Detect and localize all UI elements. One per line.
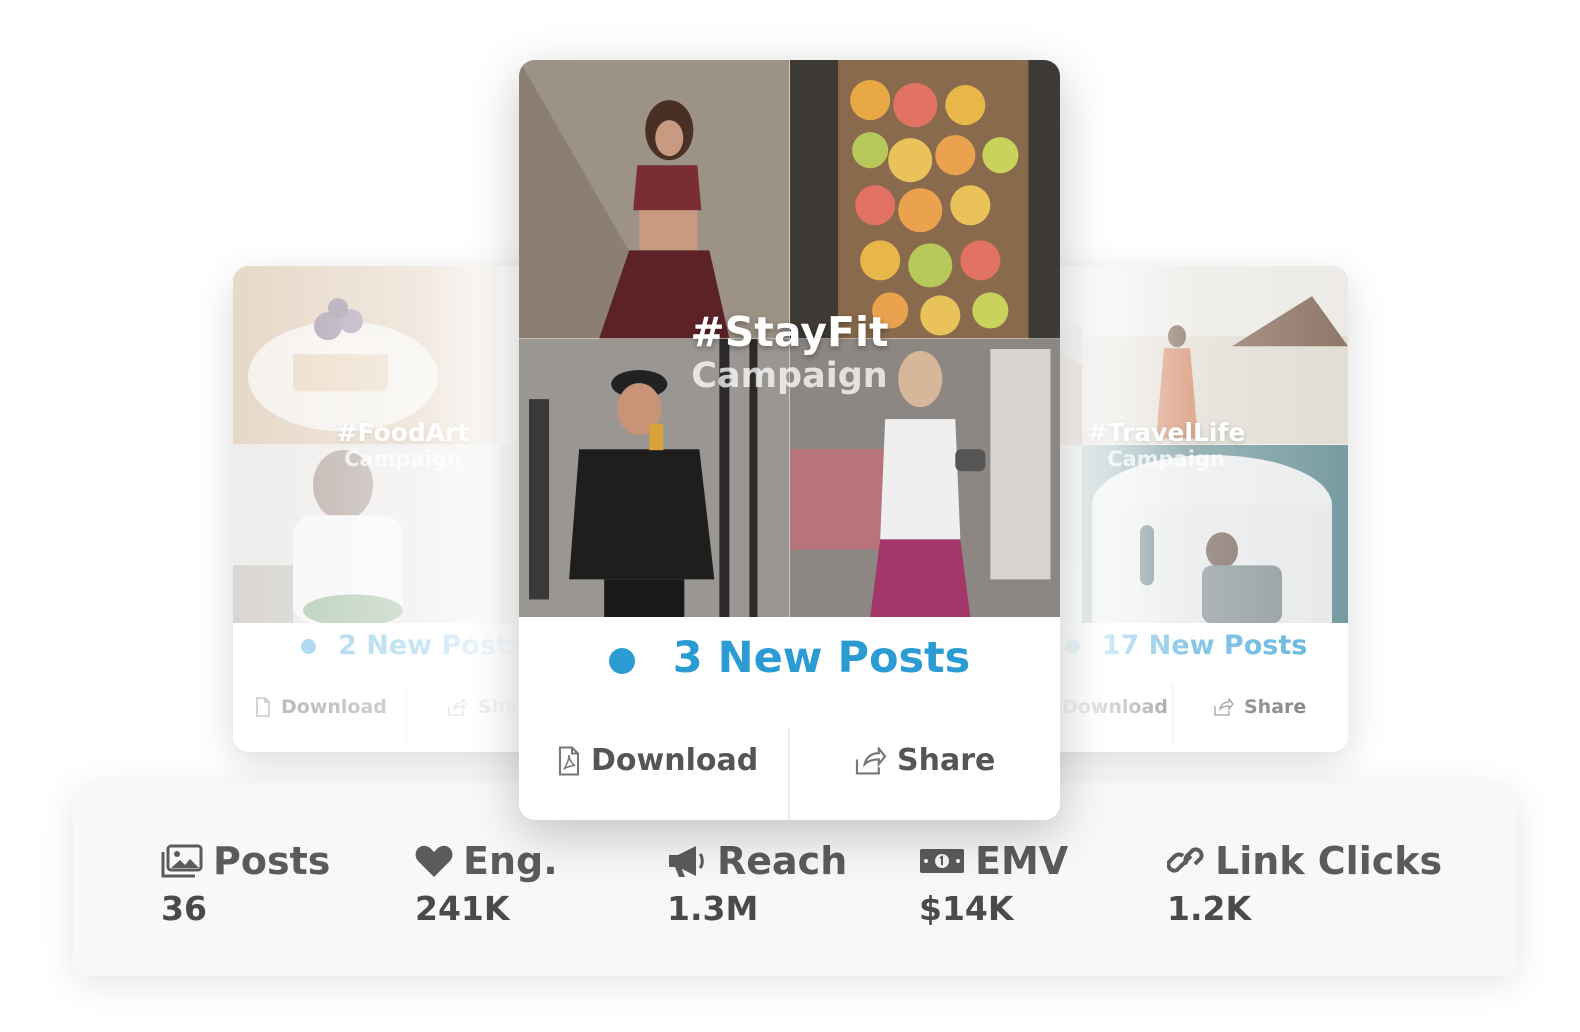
- status-dot-icon: [608, 647, 635, 674]
- stat-posts-label-row: Posts: [161, 839, 330, 883]
- stat-reach: Reach 1.3M: [667, 839, 847, 928]
- status-dot-icon: [301, 639, 317, 654]
- link-icon: [1167, 847, 1204, 873]
- pdf-file-icon: [558, 745, 580, 776]
- action-divider: [1172, 684, 1174, 746]
- download-label: Download: [281, 696, 387, 718]
- stat-engagement: Eng. 241K: [415, 839, 558, 928]
- share-icon: [855, 746, 887, 775]
- action-divider: [405, 684, 407, 746]
- stat-emv-label-row: EMV: [919, 839, 1068, 883]
- download-label: Download: [1062, 696, 1168, 718]
- share-button[interactable]: Share: [1214, 696, 1306, 718]
- campaign-hashtag: #StayFit: [690, 308, 889, 356]
- new-posts-label: 3 New Posts: [672, 633, 971, 683]
- stat-reach-label-row: Reach: [667, 839, 847, 883]
- new-posts-label: 17 New Posts: [1101, 630, 1308, 661]
- photo-fitness-woman: [519, 60, 790, 339]
- money-icon: [920, 849, 964, 873]
- campaign-card-stayfit[interactable]: #StayFit Campaign 3 New Posts Download S…: [519, 60, 1060, 820]
- download-label: Download: [591, 743, 759, 778]
- stat-reach-value: 1.3M: [667, 889, 759, 928]
- stat-reach-label: Reach: [717, 839, 848, 883]
- stat-engagement-value: 241K: [415, 889, 510, 928]
- megaphone-icon: [669, 846, 704, 877]
- pdf-file-icon: [256, 697, 270, 717]
- share-button[interactable]: Share: [855, 743, 995, 778]
- photo-woman-cooking: [233, 444, 499, 623]
- photo-citrus: [789, 60, 1060, 339]
- campaign-subtitle: Campaign: [691, 356, 888, 396]
- share-icon: [1214, 698, 1234, 716]
- share-label: Share: [1244, 696, 1307, 718]
- campaign-title: #StayFit Campaign: [519, 308, 1060, 396]
- photo-dome-couple: [1082, 444, 1348, 623]
- action-divider: [788, 728, 790, 820]
- stat-posts: Posts 36: [161, 839, 330, 928]
- stat-engagement-label: Eng.: [463, 839, 558, 883]
- images-icon: [161, 844, 203, 878]
- heart-icon: [415, 845, 453, 877]
- download-button[interactable]: Download: [557, 743, 758, 778]
- status-dot-icon: [1064, 639, 1080, 654]
- stat-posts-value: 36: [161, 889, 207, 928]
- stat-emv-value: $14K: [919, 889, 1014, 928]
- share-icon: [448, 698, 468, 716]
- share-label: Share: [897, 743, 996, 778]
- stat-emv: EMV $14K: [919, 839, 1068, 928]
- stat-engagement-label-row: Eng.: [415, 839, 558, 883]
- stat-posts-label: Posts: [213, 839, 331, 883]
- new-posts-indicator: 3 New Posts: [519, 633, 1060, 683]
- stat-link-clicks-label: Link Clicks: [1215, 839, 1443, 883]
- new-posts-label: 2 New Posts: [338, 630, 525, 661]
- stat-link-clicks: Link Clicks 1.2K: [1167, 839, 1442, 928]
- download-button[interactable]: Download: [255, 696, 387, 718]
- stat-link-clicks-value: 1.2K: [1167, 889, 1252, 928]
- stat-link-clicks-label-row: Link Clicks: [1167, 839, 1442, 883]
- stat-emv-label: EMV: [975, 839, 1069, 883]
